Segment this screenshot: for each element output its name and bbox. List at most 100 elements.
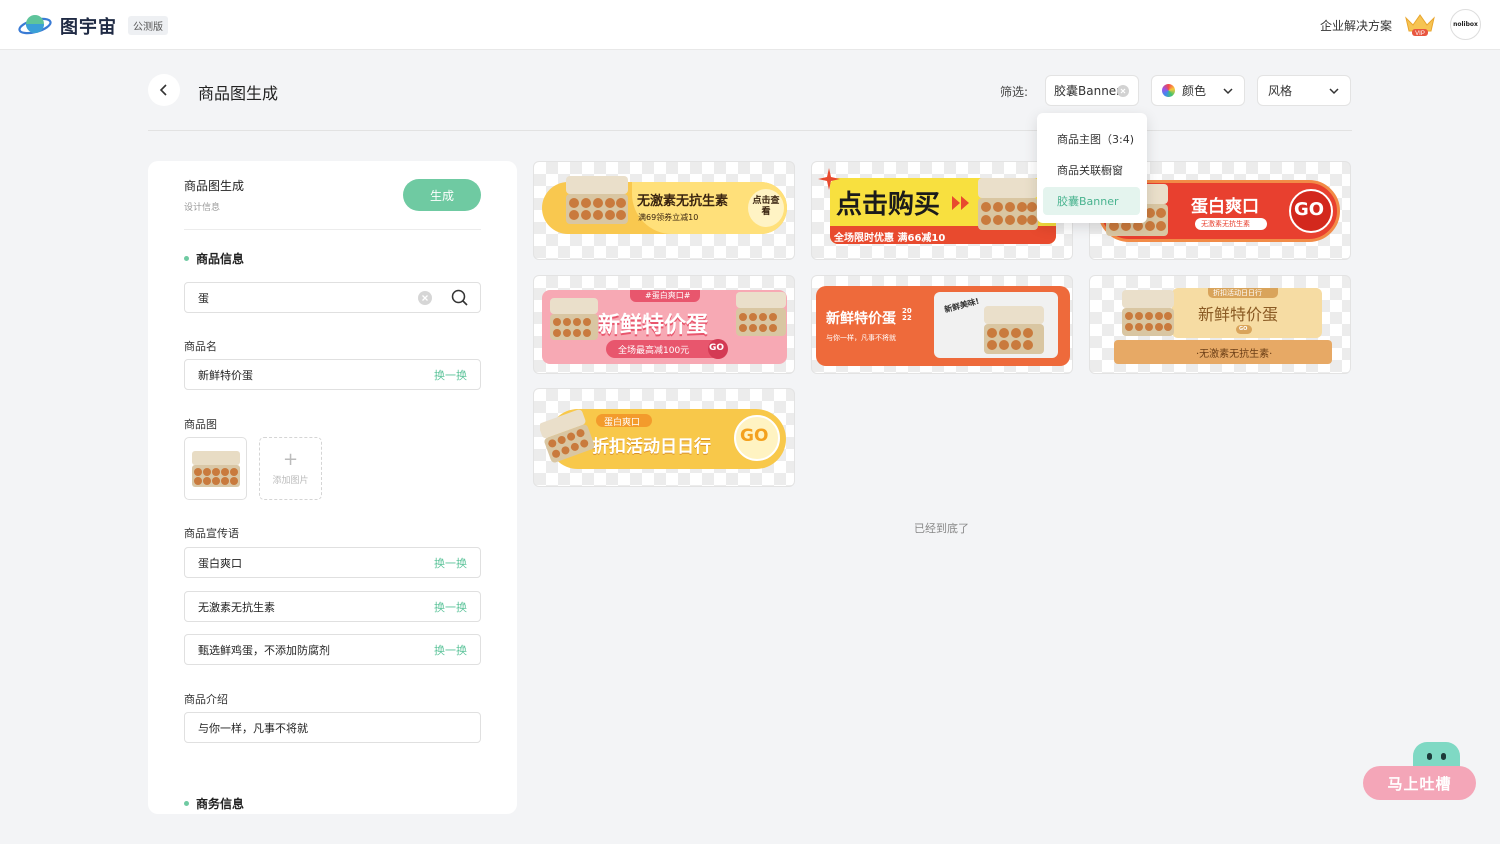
- color-filter-label: 颜色: [1182, 84, 1207, 98]
- edition-badge: 公测版: [128, 16, 168, 35]
- style-filter-label: 风格: [1268, 84, 1293, 98]
- panel-title: 商品图生成: [184, 179, 245, 193]
- banner-card[interactable]: 新鲜特价蛋 2022 与你一样，凡事不将就 新鲜美味!: [811, 275, 1073, 374]
- banner-title: 蛋白爽口: [1191, 197, 1259, 217]
- type-filter-value: 胶囊Banner: [1054, 84, 1122, 98]
- clear-search-icon[interactable]: [418, 291, 432, 305]
- slogan-value: 甄选鲜鸡蛋，不添加防腐剂: [198, 643, 330, 657]
- end-of-list-note: 已经到底了: [914, 522, 969, 535]
- swap-button[interactable]: 换一换: [434, 367, 467, 383]
- product-info-heading: 商品信息: [196, 252, 245, 266]
- swap-button[interactable]: 换一换: [434, 599, 467, 615]
- search-icon[interactable]: [451, 289, 468, 306]
- slogan-value: 无激素无抗生素: [198, 600, 275, 614]
- design-info-panel: 商品图生成 设计信息 生成 商品信息 蛋 商品名 新鲜特价蛋 换一换 商品图 +: [148, 161, 517, 814]
- feedback-button[interactable]: 马上吐槽: [1363, 766, 1476, 800]
- banner-card[interactable]: #蛋白爽口# 新鲜特价蛋 全场最高减100元 GO: [533, 275, 795, 374]
- plus-icon: +: [282, 449, 299, 470]
- banner-card[interactable]: 无激素无抗生素 满69领券立减10 点击查看: [533, 161, 795, 260]
- banner-tag: 折扣活动日日行: [1213, 289, 1262, 297]
- product-image-thumbnail[interactable]: [184, 437, 247, 500]
- intro-label: 商品介绍: [184, 693, 228, 706]
- page-title: 商品图生成: [198, 84, 279, 103]
- chevron-down-icon: [1223, 88, 1233, 95]
- color-wheel-icon: [1162, 84, 1175, 97]
- section-dot-icon: [184, 256, 189, 261]
- banner-cta: 点击查看: [752, 196, 780, 217]
- egg-carton-image: [978, 178, 1038, 230]
- banner-subtitle: 全场最高减100元: [618, 346, 690, 356]
- product-name-label: 商品名: [184, 340, 217, 353]
- sparkle-icon: [818, 168, 840, 190]
- banner-title: 点击购买: [836, 190, 941, 220]
- egg-carton-image: [1122, 290, 1174, 336]
- banner-year: 2022: [902, 307, 912, 322]
- banner-subtitle: ·无激素无抗生素·: [1196, 349, 1273, 360]
- banner-subtitle: 满69领券立减10: [638, 213, 699, 222]
- mascot-eye: [1441, 753, 1446, 760]
- slogan-input-2[interactable]: 无激素无抗生素 换一换: [184, 591, 481, 622]
- banner-subtitle: 全场限时优惠 满66减10: [834, 233, 946, 244]
- banner-title: 新鲜特价蛋: [826, 311, 896, 327]
- business-info-section: 商务信息: [184, 795, 244, 812]
- dropdown-option-main-image[interactable]: 商品主图（3:4): [1043, 125, 1140, 153]
- panel-divider: [184, 229, 481, 230]
- banner-card[interactable]: 点击购买 全场限时优惠 满66减10: [811, 161, 1073, 260]
- vip-crown-icon[interactable]: VIP: [1404, 12, 1436, 38]
- product-name-input[interactable]: 新鲜特价蛋 换一换: [184, 359, 481, 390]
- chevron-left-icon: [159, 84, 167, 96]
- user-avatar[interactable]: nolibox: [1450, 9, 1481, 40]
- banner-cta: GO: [709, 343, 725, 353]
- filter-label: 筛选:: [1000, 85, 1029, 99]
- banner-title: 新鲜特价蛋: [598, 313, 709, 338]
- section-dot-icon: [184, 801, 189, 806]
- egg-carton-image: [191, 450, 240, 487]
- type-filter[interactable]: 胶囊Banner: [1045, 75, 1139, 106]
- banner-cta: GO: [1294, 199, 1325, 220]
- intro-input[interactable]: 与你一样，凡事不将就: [184, 712, 481, 743]
- dropdown-option-capsule-banner[interactable]: 胶囊Banner: [1043, 187, 1140, 215]
- svg-text:VIP: VIP: [1415, 31, 1425, 37]
- banner-title: 新鲜特价蛋: [1198, 305, 1279, 324]
- color-filter[interactable]: 颜色: [1151, 75, 1245, 106]
- banner-title: 无激素无抗生素: [637, 194, 729, 209]
- banner-card[interactable]: 蛋白爽口 折扣活动日日行 GO: [533, 388, 795, 487]
- arrow-right-icon: [952, 196, 969, 210]
- clear-filter-icon[interactable]: [1117, 85, 1129, 97]
- banner-tag: 蛋白爽口: [604, 418, 641, 428]
- banner-subtitle: 无激素无抗生素: [1201, 220, 1250, 228]
- slogan-input-1[interactable]: 蛋白爽口 换一换: [184, 547, 481, 578]
- add-image-button[interactable]: + 添加图片: [259, 437, 322, 500]
- slogan-value: 蛋白爽口: [198, 556, 242, 570]
- generate-button[interactable]: 生成: [403, 179, 481, 211]
- product-name-value: 新鲜特价蛋: [198, 368, 253, 382]
- back-button[interactable]: [148, 74, 180, 106]
- banner-cta: GO: [740, 426, 769, 446]
- product-search-value: 蛋: [198, 291, 209, 305]
- swap-button[interactable]: 换一换: [434, 642, 467, 658]
- top-bar: 图宇宙 公测版 企业解决方案 VIP nolibox: [0, 0, 1500, 50]
- planet-logo-icon[interactable]: [18, 11, 52, 39]
- product-search-input[interactable]: 蛋: [184, 282, 481, 313]
- style-filter[interactable]: 风格: [1257, 75, 1351, 106]
- egg-carton-image: [566, 176, 628, 224]
- banner-subtitle: 与你一样，凡事不将就: [826, 334, 896, 342]
- slogan-label: 商品宣传语: [184, 527, 239, 540]
- egg-carton-image: [736, 292, 786, 336]
- intro-value: 与你一样，凡事不将就: [198, 721, 308, 735]
- business-info-heading: 商务信息: [196, 797, 245, 811]
- banner-card[interactable]: ·无激素无抗生素· 折扣活动日日行 新鲜特价蛋 GO: [1089, 275, 1351, 374]
- swap-button[interactable]: 换一换: [434, 555, 467, 571]
- enterprise-solutions-link[interactable]: 企业解决方案: [1320, 17, 1392, 34]
- slogan-input-3[interactable]: 甄选鲜鸡蛋，不添加防腐剂 换一换: [184, 634, 481, 665]
- egg-carton-image: [540, 409, 594, 463]
- add-image-label: 添加图片: [272, 476, 309, 486]
- product-info-section: 商品信息: [184, 250, 244, 267]
- mascot-eye: [1427, 753, 1432, 760]
- header-divider: [148, 130, 1352, 131]
- banner-capsule: 折扣活动日日行 新鲜特价蛋 GO: [1172, 288, 1322, 338]
- app-name[interactable]: 图宇宙: [60, 13, 117, 39]
- type-filter-dropdown: 商品主图（3:4) 商品关联橱窗 胶囊Banner: [1037, 113, 1147, 223]
- banner-base: ·无激素无抗生素·: [1114, 340, 1332, 364]
- dropdown-option-related-window[interactable]: 商品关联橱窗: [1043, 156, 1140, 184]
